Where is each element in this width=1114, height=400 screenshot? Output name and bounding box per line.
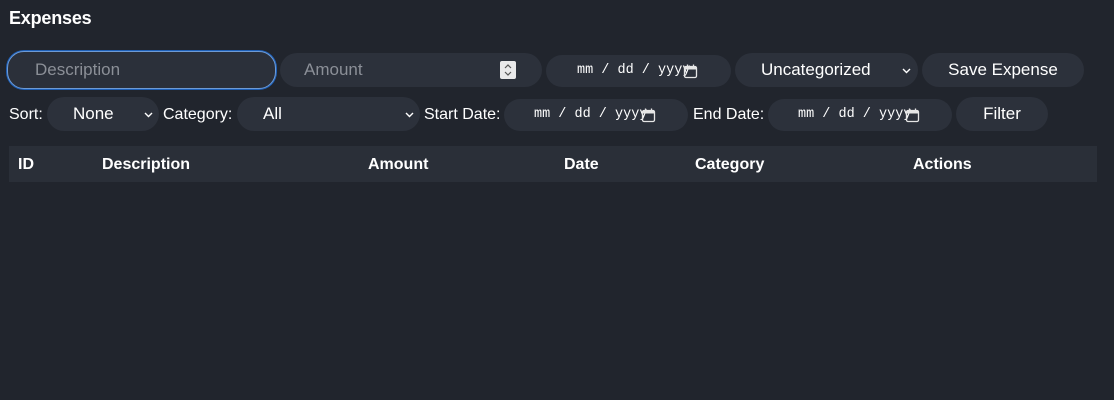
end-date-label: End Date: [693,106,765,123]
column-header-description: Description [102,156,191,173]
filter-button[interactable]: Filter [956,97,1048,131]
start-date-label: Start Date: [424,106,501,123]
category-filter-value: All [263,104,282,123]
chevron-down-icon [144,112,153,118]
column-header-amount: Amount [368,156,429,173]
chevron-down-icon [902,68,911,74]
chevron-down-icon [405,112,414,118]
category-filter-select[interactable]: All [237,97,420,131]
sort-select[interactable]: None [47,97,159,131]
end-date-placeholder: mm / dd / yyyy [798,107,912,122]
amount-input[interactable]: Amount [280,53,542,87]
start-date-input[interactable]: mm / dd / yyyy [504,99,688,131]
calendar-icon[interactable] [683,64,698,79]
calendar-icon[interactable] [905,108,920,123]
category-select[interactable]: Uncategorized [735,53,918,87]
calendar-icon[interactable] [641,108,656,123]
stepper-arrows-icon [504,64,512,76]
page-title: Expenses [9,8,92,28]
expenses-table: ID Description Amount Date Category Acti… [9,146,1097,182]
category-filter-label: Category: [163,106,233,123]
save-expense-button[interactable]: Save Expense [922,53,1084,87]
sort-label: Sort: [9,106,43,123]
column-header-date: Date [564,156,599,173]
column-header-actions: Actions [913,156,972,173]
start-date-placeholder: mm / dd / yyyy [534,107,648,122]
expense-date-placeholder: mm / dd / yyyy [577,63,691,78]
amount-stepper[interactable] [500,61,516,79]
sort-select-value: None [73,104,114,123]
amount-placeholder: Amount [304,60,363,79]
column-header-id: ID [18,156,34,173]
category-select-value: Uncategorized [761,60,871,79]
expense-date-input[interactable]: mm / dd / yyyy [546,55,731,87]
end-date-input[interactable]: mm / dd / yyyy [768,99,952,131]
description-input[interactable]: Description [7,51,276,89]
column-header-category: Category [695,156,765,173]
description-placeholder: Description [35,60,121,79]
